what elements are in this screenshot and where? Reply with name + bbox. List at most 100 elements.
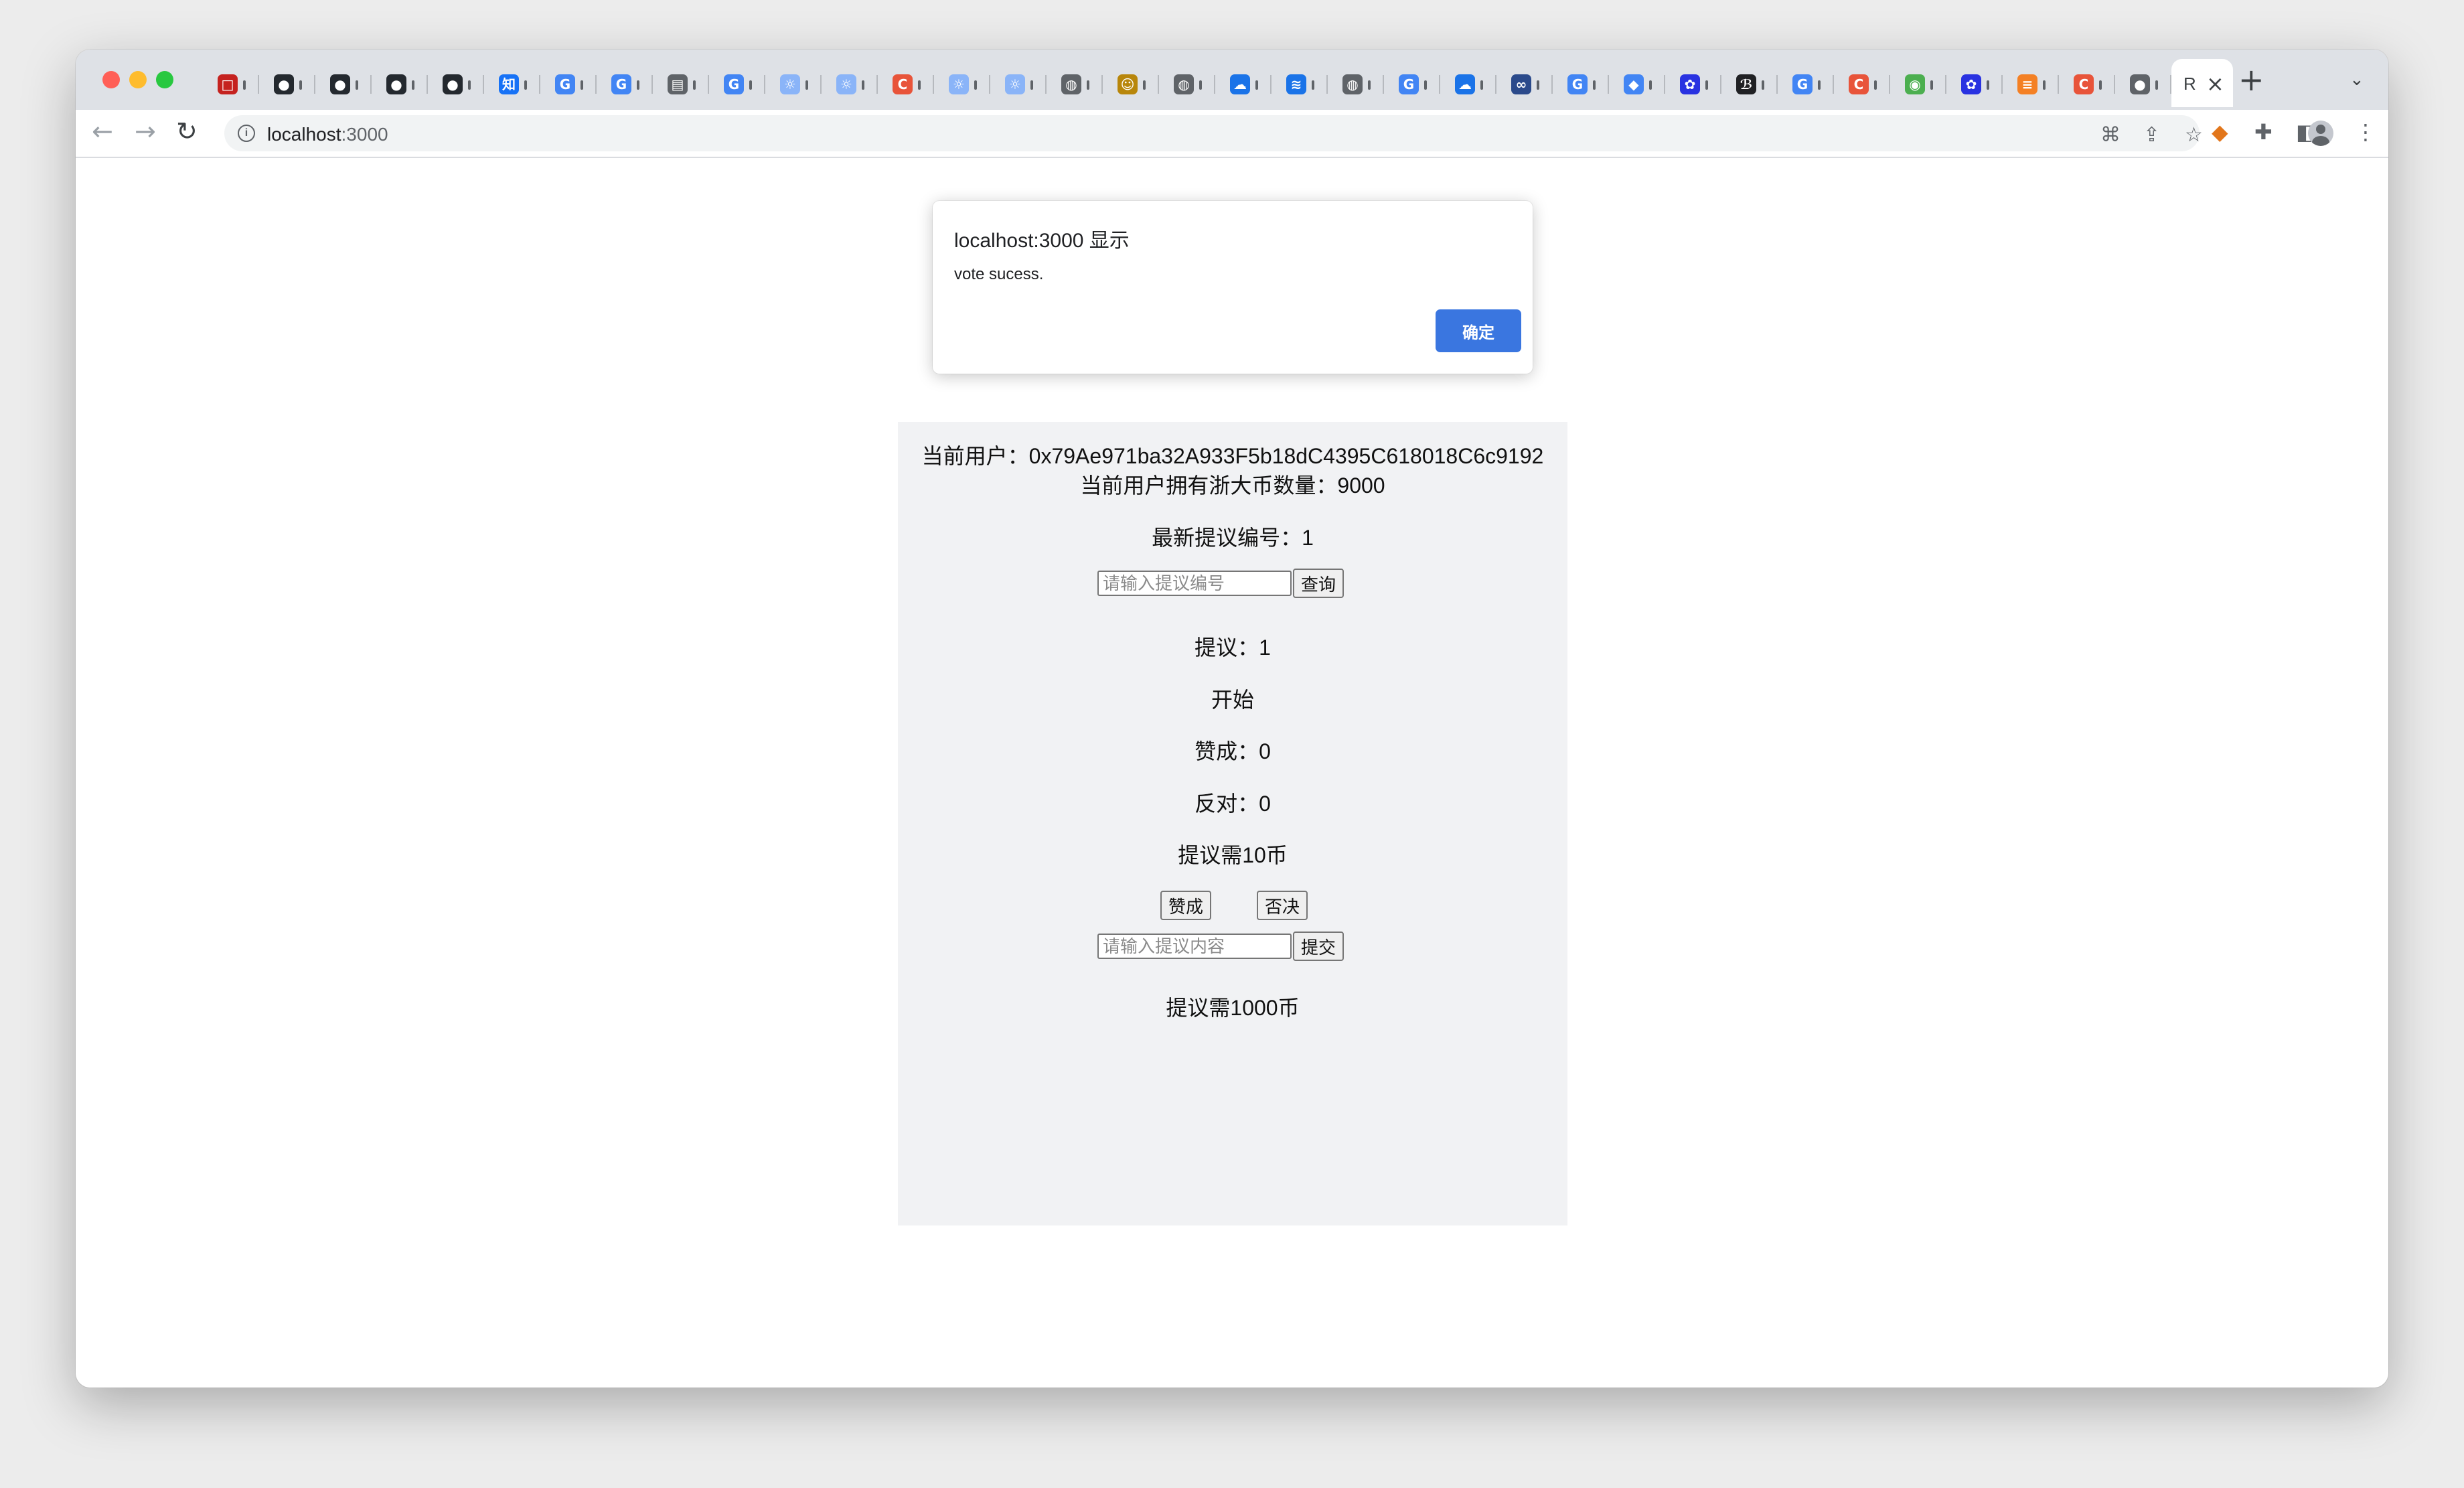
browser-tab[interactable]: 知 [484,59,540,107]
tab-search-chevron-icon[interactable]: ⌄ [2350,70,2364,90]
metamask-fox-icon[interactable]: ◆ [2212,119,2228,145]
proposal-number-input[interactable] [1097,571,1292,596]
browser-tab[interactable]: ≡ [2003,59,2059,107]
browser-tab[interactable]: ∞ [1496,59,1553,107]
browser-tab[interactable]: ▤ [653,59,709,107]
address-bar[interactable]: i localhost:3000 ⌘ ⇪ ☆ [224,115,2203,151]
browser-tab[interactable]: ☁ [1440,59,1496,107]
browser-tab[interactable]: ☺ [1103,59,1159,107]
minimize-window-button[interactable] [129,71,147,88]
translate-icon[interactable]: ⌘ [2100,123,2121,147]
diamond-icon: ◆ [1624,74,1644,94]
query-button[interactable]: 查询 [1293,569,1344,598]
browser-tab[interactable]: ◆ [1609,59,1665,107]
profile-avatar-icon[interactable] [2308,121,2333,146]
csdn-icon: C [893,74,913,94]
browser-tab[interactable]: ● [259,59,315,107]
browser-tab[interactable]: ☼ [765,59,822,107]
browser-tab[interactable]: G [540,59,597,107]
approve-count-text: 赞成：0 [1195,739,1271,763]
tab-title-stub [2043,80,2046,90]
tab-title-stub [412,80,414,90]
approve-button[interactable]: 赞成 [1160,891,1212,920]
browser-tab[interactable]: C [878,59,934,107]
tab-title-stub [1930,80,1933,90]
browser-tab[interactable]: G [1553,59,1609,107]
browser-tab[interactable]: ● [372,59,428,107]
tab-title-stub [974,80,977,90]
script-icon: ℬ [1736,74,1756,94]
active-tab[interactable]: R × [2171,59,2233,107]
browser-tab[interactable]: G [709,59,765,107]
alert-ok-button[interactable]: 确定 [1436,309,1521,352]
tab-title-stub [1199,80,1202,90]
active-tab-title: R [2183,74,2196,94]
alert-dialog: localhost:3000 显示 vote sucess. 确定 [933,201,1533,374]
maximize-window-button[interactable] [156,71,173,88]
browser-tab[interactable]: ☁ [1215,59,1272,107]
share-icon[interactable]: ⇪ [2143,123,2160,147]
tab-title-stub [243,80,246,90]
browser-tab[interactable]: ☼ [934,59,990,107]
browser-tab[interactable]: ≋ [1272,59,1328,107]
tab-title-stub [1368,80,1371,90]
tab-title-stub [1874,80,1877,90]
voting-panel: 当前用户：0x79Ae971ba32A933F5b18dC4395C618018… [898,422,1567,1225]
browser-window: □ ● ● ● ● 知 G G ▤ G ☼ ☼ C ☼ ☼ ◍ ☺ ◍ ☁ ≋ ◍ G ☁ ∞ G ◆ ✿ ℬ G C ◉ ✿ ≡ C ● R × + … [76,50,2388,1388]
browser-tab[interactable]: G [597,59,653,107]
reject-button[interactable]: 否决 [1257,891,1308,920]
wechat-icon: ◉ [1905,74,1925,94]
github-icon: ● [330,74,350,94]
globe-icon: ◍ [1342,74,1363,94]
submit-cost-text: 提议需1000币 [1166,996,1300,1020]
bookmark-star-icon[interactable]: ☆ [2185,123,2203,147]
tab-title-stub [637,80,639,90]
proposal-status-text: 开始 [1211,688,1254,712]
vote-cost-text: 提议需10币 [1178,843,1288,867]
browser-tab[interactable]: ● [2115,59,2171,107]
proposal-content-input[interactable] [1097,934,1292,959]
new-tab-button[interactable]: + [2238,62,2264,98]
browser-tab[interactable]: □ [203,59,259,107]
browser-tab[interactable]: ◉ [1890,59,1946,107]
reload-icon[interactable]: ↻ [176,117,198,146]
extensions-puzzle-icon[interactable]: ✚ [2254,119,2273,145]
address-url[interactable]: localhost:3000 [267,124,388,145]
browser-tab[interactable]: ✿ [1946,59,2003,107]
latest-proposal-text: 最新提议编号：1 [1152,526,1314,550]
browser-tab[interactable]: ✿ [1665,59,1721,107]
github-icon: ● [386,74,406,94]
browser-tab[interactable]: C [2059,59,2115,107]
browser-tab[interactable]: G [1778,59,1834,107]
tab-strip: □ ● ● ● ● 知 G G ▤ G ☼ ☼ C ☼ ☼ ◍ ☺ ◍ ☁ ≋ ◍ G ☁ ∞ G ◆ ✿ ℬ G C ◉ ✿ ≡ C ● R × + … [76,50,2388,110]
tab-title-stub [2099,80,2102,90]
submit-button[interactable]: 提交 [1293,932,1344,961]
browser-tab[interactable]: ● [315,59,372,107]
browser-tab[interactable]: ◍ [1159,59,1215,107]
close-tab-icon[interactable]: × [2206,71,2224,96]
tab-title-stub [581,80,583,90]
tab-title-stub [693,80,696,90]
browser-tab[interactable]: ☼ [990,59,1047,107]
back-arrow-icon[interactable]: ← [92,117,113,146]
browser-tab[interactable]: ◍ [1047,59,1103,107]
browser-tab[interactable]: G [1384,59,1440,107]
browser-tab[interactable]: ◍ [1328,59,1384,107]
browser-tab[interactable]: ☼ [822,59,878,107]
browser-tab[interactable]: ● [428,59,484,107]
forward-arrow-icon[interactable]: → [135,117,156,146]
browser-tab[interactable]: ℬ [1721,59,1778,107]
tab-title-stub [1987,80,1989,90]
tab-title-stub [299,80,302,90]
browser-menu-icon[interactable]: ⋮ [2355,119,2376,145]
browser-toolbar: ← → ↻ i localhost:3000 ⌘ ⇪ ☆ ◆ ✚ ◧ ⋮ [76,110,2388,158]
infinity-icon: ∞ [1511,74,1531,94]
site-info-icon[interactable]: i [238,125,255,142]
browser-tab[interactable]: C [1834,59,1890,107]
baidu-icon: ✿ [1961,74,1981,94]
bulb-icon: ☼ [780,74,800,94]
red-square-icon: □ [218,74,238,94]
tab-title-stub [1649,80,1652,90]
close-window-button[interactable] [102,71,120,88]
alert-title: localhost:3000 显示 [954,230,1130,252]
